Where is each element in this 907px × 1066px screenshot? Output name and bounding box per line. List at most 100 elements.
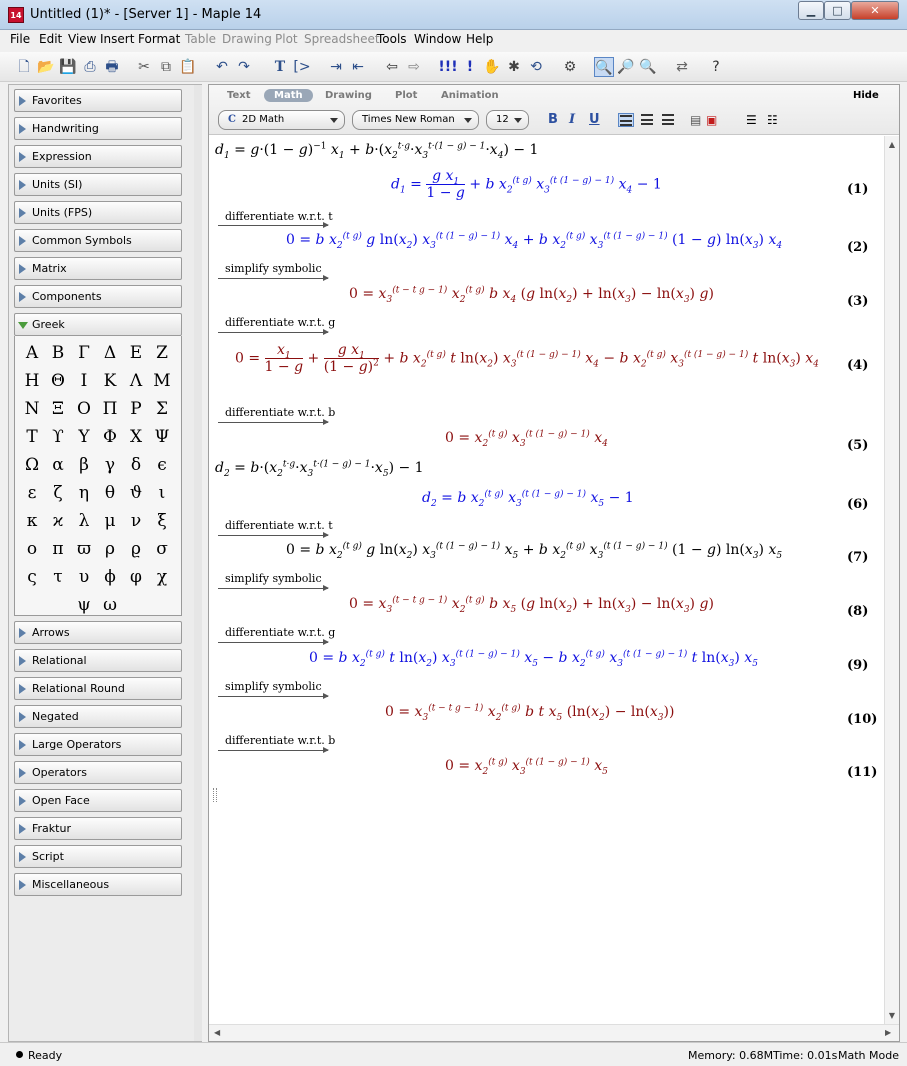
indent-icon[interactable]: ⇥ xyxy=(326,57,346,77)
redo-icon[interactable]: ↷ xyxy=(234,57,254,77)
maximize-button[interactable]: □ xyxy=(824,1,851,20)
greek-symbol-button[interactable]: ϵ xyxy=(149,452,175,478)
open-folder-icon[interactable]: 📂 xyxy=(36,57,56,77)
palette-negated[interactable]: Negated xyxy=(14,705,182,728)
greek-symbol-button[interactable]: γ xyxy=(97,452,123,478)
outdent-icon[interactable]: ⇤ xyxy=(348,57,368,77)
hide-context-bar-button[interactable]: Hide xyxy=(853,90,879,101)
zoom-150-icon[interactable]: 🔎 xyxy=(616,57,636,77)
menu-window[interactable]: Window xyxy=(414,32,461,46)
settings-gear-icon[interactable]: ⚙ xyxy=(560,57,580,77)
execute-icon[interactable]: ! xyxy=(460,57,480,77)
greek-symbol-button[interactable]: ω xyxy=(97,592,123,618)
greek-symbol-button[interactable]: Ω xyxy=(19,452,45,478)
greek-symbol-button[interactable]: π xyxy=(45,536,71,562)
greek-symbol-button[interactable]: η xyxy=(71,480,97,506)
help-icon[interactable]: ? xyxy=(706,57,726,77)
palette-greek[interactable]: Greek xyxy=(14,313,182,336)
greek-symbol-button[interactable]: Σ xyxy=(149,396,175,422)
greek-symbol-button[interactable]: ξ xyxy=(149,508,175,534)
greek-symbol-button[interactable]: υ xyxy=(71,564,97,590)
palette-operators[interactable]: Operators xyxy=(14,761,182,784)
menu-spreadsheet[interactable]: Spreadsheet xyxy=(304,32,380,46)
greek-symbol-button[interactable]: ς xyxy=(19,564,45,590)
mode-tab-drawing[interactable]: Drawing xyxy=(325,90,372,101)
zoom-100-icon[interactable]: 🔍 xyxy=(594,57,614,77)
save-icon[interactable]: 💾 xyxy=(58,57,78,77)
close-button[interactable]: ✕ xyxy=(851,1,899,20)
greek-symbol-button[interactable]: Ν xyxy=(19,396,45,422)
greek-symbol-button[interactable]: κ xyxy=(19,508,45,534)
underline-button[interactable]: U xyxy=(589,112,600,127)
toggle-input-output-icon[interactable]: ⇄ xyxy=(672,57,692,77)
greek-symbol-button[interactable]: Α xyxy=(19,340,45,366)
greek-symbol-button[interactable]: Υ xyxy=(71,424,97,450)
greek-symbol-button[interactable]: ϖ xyxy=(71,536,97,562)
italic-button[interactable]: I xyxy=(569,112,575,127)
greek-symbol-button[interactable]: Χ xyxy=(123,424,149,450)
menu-view[interactable]: View xyxy=(68,32,96,46)
greek-symbol-button[interactable]: Λ xyxy=(123,368,149,394)
math-input-d2[interactable]: d2 = b·(x2t·g·x3t·(1 − g) − 1·x5) − 1 xyxy=(215,460,424,478)
bold-button[interactable]: B xyxy=(548,112,558,127)
numbered-list-icon[interactable]: ☷ xyxy=(767,113,783,127)
greek-symbol-button[interactable]: Φ xyxy=(97,424,123,450)
greek-symbol-button[interactable]: σ xyxy=(149,536,175,562)
palette-miscellaneous[interactable]: Miscellaneous xyxy=(14,873,182,896)
back-arrow-icon[interactable]: ⇦ xyxy=(382,57,402,77)
scroll-up-arrow-icon[interactable]: ▲ xyxy=(885,140,899,149)
palette-large-operators[interactable]: Large Operators xyxy=(14,733,182,756)
forward-arrow-icon[interactable]: ⇨ xyxy=(404,57,424,77)
mode-tab-plot[interactable]: Plot xyxy=(395,90,417,101)
palette-relational-round[interactable]: Relational Round xyxy=(14,677,182,700)
greek-symbol-button[interactable]: Θ xyxy=(45,368,71,394)
palette-units-si[interactable]: Units (SI) xyxy=(14,173,182,196)
paste-icon[interactable]: 📋 xyxy=(178,57,198,77)
menu-drawing[interactable]: Drawing xyxy=(222,32,272,46)
scroll-right-arrow-icon[interactable]: ▶ xyxy=(885,1028,891,1037)
new-document-icon[interactable]: 🗋 xyxy=(14,57,34,77)
stop-hand-icon[interactable]: ✋ xyxy=(482,57,502,77)
execute-worksheet-icon[interactable]: !!! xyxy=(438,57,458,77)
palette-fraktur[interactable]: Fraktur xyxy=(14,817,182,840)
worksheet-horizontal-scrollbar[interactable]: ◀ ▶ xyxy=(209,1024,899,1041)
greek-symbol-button[interactable]: Η xyxy=(19,368,45,394)
font-dropdown[interactable]: Times New Roman xyxy=(352,110,479,130)
insert-math-prompt-icon[interactable]: [> xyxy=(292,57,312,77)
menu-edit[interactable]: Edit xyxy=(39,32,62,46)
greek-symbol-button[interactable]: Β xyxy=(45,340,71,366)
cut-icon[interactable]: ✂ xyxy=(134,57,154,77)
menu-plot[interactable]: Plot xyxy=(275,32,298,46)
mode-tab-text[interactable]: Text xyxy=(227,90,251,101)
undo-icon[interactable]: ↶ xyxy=(212,57,232,77)
highlight-color-icon[interactable]: ▣ xyxy=(706,113,722,127)
greek-symbol-button[interactable]: ϑ xyxy=(123,480,149,506)
maple-app-icon[interactable]: 14 xyxy=(8,7,24,23)
greek-symbol-button[interactable]: ι xyxy=(149,480,175,506)
palette-relational[interactable]: Relational xyxy=(14,649,182,672)
debug-icon[interactable]: ✱ xyxy=(504,57,524,77)
palette-expression[interactable]: Expression xyxy=(14,145,182,168)
math-type-dropdown[interactable]: C 2D Math xyxy=(218,110,345,130)
empty-execution-group-marker[interactable] xyxy=(213,788,217,802)
print-preview-icon[interactable]: ⎙ xyxy=(80,57,100,77)
minimize-button[interactable]: ▁ xyxy=(798,1,824,20)
greek-symbol-button[interactable]: μ xyxy=(97,508,123,534)
greek-symbol-button[interactable]: Μ xyxy=(149,368,175,394)
greek-symbol-button[interactable]: ϱ xyxy=(123,536,149,562)
greek-symbol-button[interactable]: λ xyxy=(71,508,97,534)
greek-symbol-button[interactable]: δ xyxy=(123,452,149,478)
greek-symbol-button[interactable]: Ξ xyxy=(45,396,71,422)
greek-symbol-button[interactable]: Τ xyxy=(19,424,45,450)
palette-open-face[interactable]: Open Face xyxy=(14,789,182,812)
font-size-dropdown[interactable]: 12 xyxy=(486,110,529,130)
mode-tab-math[interactable]: Math xyxy=(264,89,313,102)
greek-symbol-button[interactable]: α xyxy=(45,452,71,478)
menu-format[interactable]: Format xyxy=(138,32,180,46)
menu-help[interactable]: Help xyxy=(466,32,493,46)
text-color-icon[interactable]: ▤ xyxy=(690,113,706,127)
greek-symbol-button[interactable]: ζ xyxy=(45,480,71,506)
worksheet-vertical-scrollbar[interactable]: ▲ ▼ xyxy=(884,136,899,1024)
greek-symbol-button[interactable]: Ε xyxy=(123,340,149,366)
greek-symbol-button[interactable]: Δ xyxy=(97,340,123,366)
